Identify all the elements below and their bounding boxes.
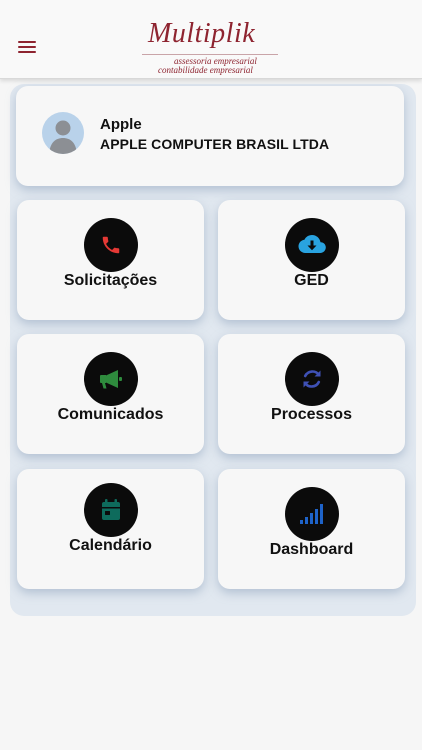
app-logo: Multiplik assessoria empresarial contabi… bbox=[142, 18, 282, 76]
user-company: APPLE COMPUTER BRASIL LTDA bbox=[100, 136, 330, 152]
tile-label: Solicitações bbox=[63, 272, 158, 289]
tile-ged[interactable]: GED bbox=[218, 200, 405, 320]
phone-icon bbox=[84, 218, 138, 272]
tile-label: GED bbox=[294, 272, 329, 289]
sync-icon bbox=[285, 352, 339, 406]
signal-bars-icon bbox=[285, 487, 339, 541]
tile-processos[interactable]: Processos bbox=[218, 334, 405, 454]
tile-comunicados[interactable]: Comunicados bbox=[17, 334, 204, 454]
tile-label: Comunicados bbox=[57, 406, 164, 423]
user-name: Apple bbox=[100, 116, 142, 133]
tile-label: Processos bbox=[271, 406, 352, 423]
app-header: Multiplik assessoria empresarial contabi… bbox=[0, 0, 422, 79]
logo-subtitle-2: contabilidade empresarial bbox=[158, 65, 253, 75]
tile-calendario[interactable]: Calendário bbox=[17, 469, 204, 589]
logo-title: Multiplik bbox=[148, 18, 256, 49]
megaphone-icon bbox=[84, 352, 138, 406]
logo-divider bbox=[142, 54, 278, 55]
tile-label: Calendário bbox=[69, 537, 152, 554]
tile-solicitacoes[interactable]: Solicitações bbox=[17, 200, 204, 320]
user-avatar-icon bbox=[42, 112, 84, 154]
menu-bar-icon bbox=[18, 41, 36, 43]
menu-bar-icon bbox=[18, 51, 36, 53]
user-card[interactable]: Apple APPLE COMPUTER BRASIL LTDA bbox=[16, 86, 404, 186]
menu-bar-icon bbox=[18, 46, 36, 48]
cloud-download-icon bbox=[285, 218, 339, 272]
calendar-icon bbox=[84, 483, 138, 537]
menu-button[interactable] bbox=[14, 36, 40, 58]
tile-label: Dashboard bbox=[269, 541, 354, 558]
tile-dashboard[interactable]: Dashboard bbox=[218, 469, 405, 589]
